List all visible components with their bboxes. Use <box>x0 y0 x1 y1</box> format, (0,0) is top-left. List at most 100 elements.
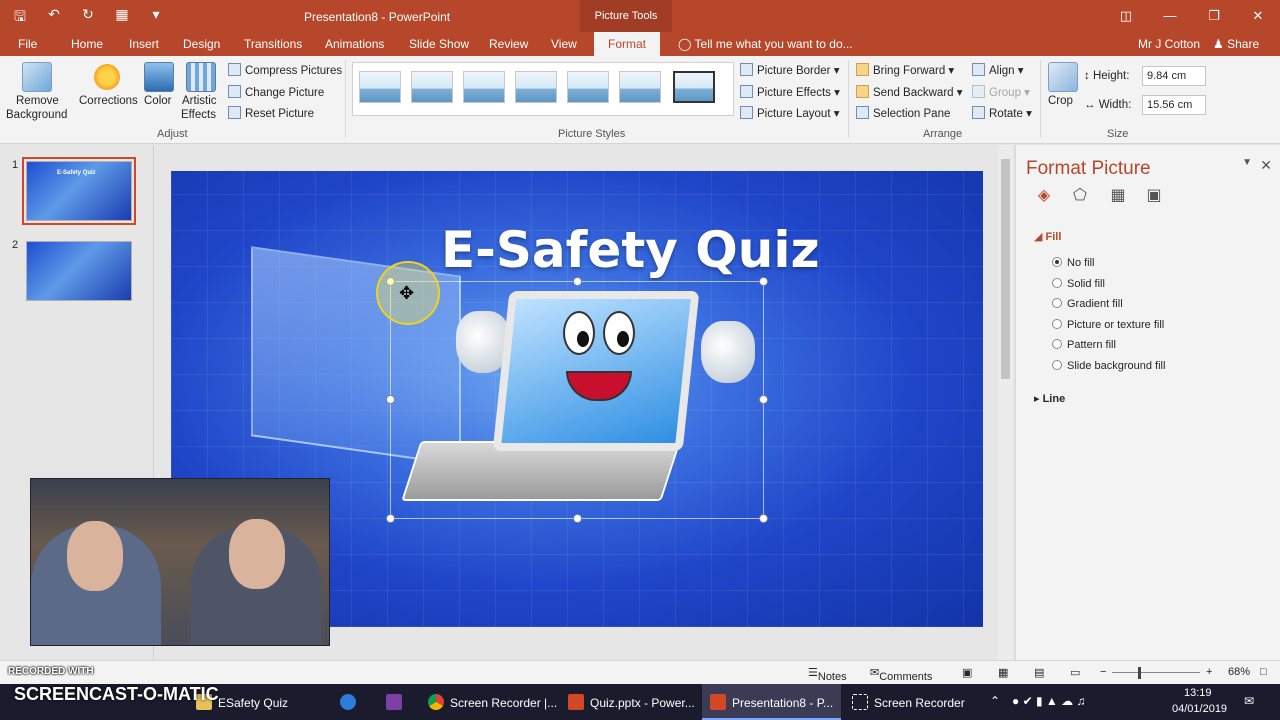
taskbar-onenote[interactable] <box>386 694 408 710</box>
send-backward-button[interactable]: Send Backward ▾ <box>856 85 963 99</box>
picture-texture-fill-radio[interactable] <box>1052 319 1062 329</box>
style-thumb-7[interactable] <box>673 71 715 103</box>
slide-show-icon[interactable]: ▭ <box>1070 666 1080 679</box>
fit-slide-icon[interactable]: □ <box>1260 666 1267 678</box>
selection-pane-button[interactable]: Selection Pane <box>856 106 950 120</box>
resize-handle-w[interactable] <box>386 395 395 404</box>
picture-border-button[interactable]: Picture Border ▾ <box>740 63 839 77</box>
corrections-button[interactable]: Corrections <box>79 95 138 107</box>
resize-handle-sw[interactable] <box>386 514 395 523</box>
style-thumb-2[interactable] <box>411 71 453 103</box>
rotate-button[interactable]: Rotate ▾ <box>972 106 1032 120</box>
vertical-scrollbar[interactable] <box>998 145 1013 660</box>
presenter-icon[interactable]: ▦ <box>112 6 132 30</box>
pattern-fill-option[interactable]: Pattern fill <box>1052 339 1116 351</box>
slide-thumbnail-2[interactable] <box>26 241 132 301</box>
style-thumb-3[interactable] <box>463 71 505 103</box>
pattern-fill-radio[interactable] <box>1052 339 1062 349</box>
zoom-out-icon[interactable]: − <box>1100 666 1106 678</box>
no-fill-option[interactable]: No fill <box>1052 257 1095 269</box>
size-properties-icon[interactable]: ▦ <box>1106 185 1130 205</box>
line-section-header[interactable]: ▸ Line <box>1034 392 1065 405</box>
align-button[interactable]: Align ▾ <box>972 63 1024 77</box>
normal-view-icon[interactable]: ▣ <box>962 666 972 679</box>
restore-button[interactable]: ❐ <box>1192 0 1236 32</box>
artistic-effects-icon[interactable] <box>186 62 216 92</box>
undo-icon[interactable]: ↶ <box>44 6 64 30</box>
share-button[interactable]: ♟ Share <box>1213 37 1259 51</box>
taskbar-screen-recorder[interactable]: Screen Recorder <box>852 694 965 710</box>
color-button[interactable]: Color <box>144 95 171 107</box>
corrections-sun-icon[interactable] <box>92 62 122 92</box>
close-button[interactable]: ✕ <box>1236 0 1280 32</box>
resize-handle-s[interactable] <box>573 514 582 523</box>
picture-effects-button[interactable]: Picture Effects ▾ <box>740 85 840 99</box>
clock-time[interactable]: 13:19 <box>1184 687 1212 699</box>
reading-view-icon[interactable]: ▤ <box>1034 666 1044 679</box>
solid-fill-option[interactable]: Solid fill <box>1052 278 1105 290</box>
redo-icon[interactable]: ↻ <box>78 6 98 30</box>
pane-options-icon[interactable]: ▼ <box>1242 157 1252 168</box>
picture-texture-fill-option[interactable]: Picture or texture fill <box>1052 319 1164 331</box>
tab-home[interactable]: Home <box>71 37 103 51</box>
tab-review[interactable]: Review <box>489 37 528 51</box>
notifications-icon[interactable]: ✉ <box>1244 694 1254 708</box>
height-field[interactable]: 9.84 cm <box>1142 66 1206 86</box>
tray-chevron-icon[interactable]: ⌃ <box>990 694 1000 708</box>
slide-background-fill-option[interactable]: Slide background fill <box>1052 360 1165 372</box>
picture-icon[interactable]: ▣ <box>1142 185 1166 205</box>
comments-button[interactable]: ✉ Comments <box>870 666 932 683</box>
gradient-fill-option[interactable]: Gradient fill <box>1052 298 1123 310</box>
style-thumb-1[interactable] <box>359 71 401 103</box>
change-picture-button[interactable]: Change Picture <box>228 85 324 99</box>
reset-picture-button[interactable]: Reset Picture <box>228 106 314 120</box>
tab-view[interactable]: View <box>551 37 577 51</box>
style-thumb-4[interactable] <box>515 71 557 103</box>
clock-date[interactable]: 04/01/2019 <box>1172 703 1227 715</box>
fill-line-icon[interactable]: ◈ <box>1032 185 1056 205</box>
fill-section-header[interactable]: ◢ Fill <box>1034 230 1061 243</box>
width-field[interactable]: 15.56 cm <box>1142 95 1206 115</box>
picture-selection-box[interactable] <box>386 277 768 523</box>
tab-transitions[interactable]: Transitions <box>244 37 302 51</box>
picture-layout-button[interactable]: Picture Layout ▾ <box>740 106 839 120</box>
slide-title[interactable]: E-Safety Quiz <box>441 221 820 279</box>
scrollbar-thumb[interactable] <box>1001 159 1010 379</box>
tell-me-box[interactable]: ◯ Tell me what you want to do... <box>678 37 853 51</box>
tab-design[interactable]: Design <box>183 37 220 51</box>
zoom-slider-thumb[interactable] <box>1138 667 1141 679</box>
color-icon[interactable] <box>144 62 174 92</box>
save-icon[interactable]: 🖫 <box>10 6 30 30</box>
compress-pictures-button[interactable]: Compress Pictures <box>228 63 342 77</box>
zoom-in-icon[interactable]: + <box>1206 666 1212 678</box>
resize-handle-se[interactable] <box>759 514 768 523</box>
no-fill-radio[interactable] <box>1052 257 1062 267</box>
taskbar-presentation8[interactable]: Presentation8 - P... <box>702 684 842 720</box>
remove-background-label-2[interactable]: Background <box>6 109 67 121</box>
zoom-slider[interactable] <box>1112 672 1200 673</box>
style-thumb-6[interactable] <box>619 71 661 103</box>
group-button[interactable]: Group ▾ <box>972 85 1030 99</box>
crop-icon[interactable] <box>1048 62 1078 92</box>
taskbar-quiz-pptx[interactable]: Quiz.pptx - Power... <box>568 694 695 710</box>
solid-fill-radio[interactable] <box>1052 278 1062 288</box>
notes-button[interactable]: ☰ Notes <box>808 666 847 683</box>
artistic-effects-label-1[interactable]: Artistic <box>182 95 217 107</box>
minimize-button[interactable]: — <box>1148 0 1192 32</box>
tab-slide-show[interactable]: Slide Show <box>409 37 469 51</box>
artistic-effects-label-2[interactable]: Effects <box>181 109 216 121</box>
effects-pentagon-icon[interactable]: ⬠ <box>1068 185 1092 205</box>
zoom-level[interactable]: 68% <box>1228 666 1250 678</box>
tab-animations[interactable]: Animations <box>325 37 384 51</box>
tab-format[interactable]: Format <box>594 32 661 56</box>
resize-handle-e[interactable] <box>759 395 768 404</box>
slide-sorter-icon[interactable]: ▦ <box>998 666 1008 679</box>
tab-file[interactable]: File <box>18 37 37 51</box>
resize-handle-n[interactable] <box>573 277 582 286</box>
remove-background-icon[interactable] <box>22 62 52 92</box>
slide-background-fill-radio[interactable] <box>1052 360 1062 370</box>
taskbar-edge[interactable] <box>340 694 362 710</box>
tray-icons[interactable]: ● ✔ ▮ ▲ ☁ ♫ <box>1012 694 1085 708</box>
style-thumb-5[interactable] <box>567 71 609 103</box>
crop-button[interactable]: Crop <box>1048 95 1073 107</box>
